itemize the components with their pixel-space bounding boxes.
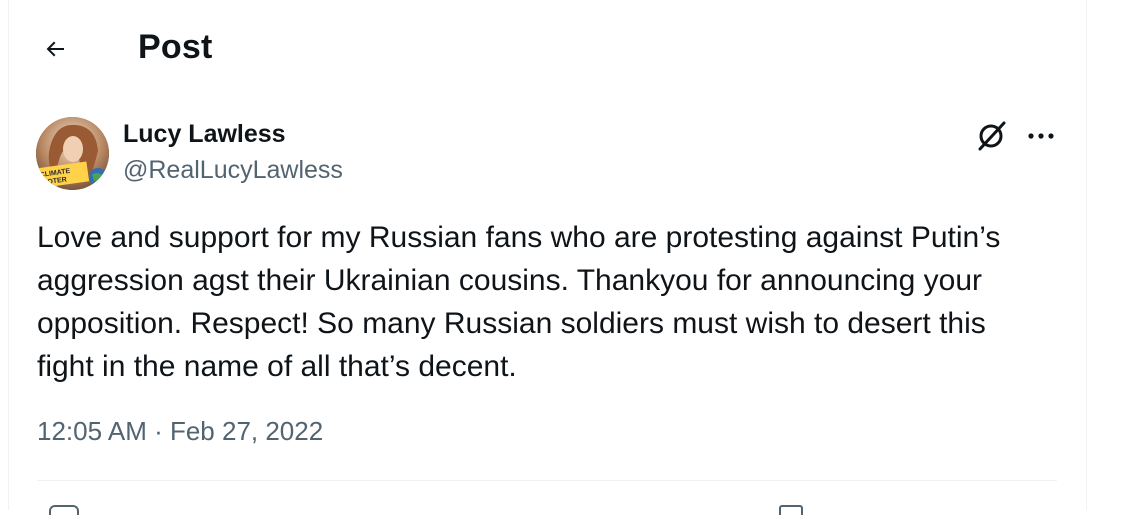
page-header: Post: [9, 0, 1086, 95]
divider: [37, 480, 1057, 481]
grok-button[interactable]: [973, 118, 1009, 154]
post-detail-column: Post CLIMATE VOTER Lucy Lawless @RealLuc…: [8, 0, 1087, 515]
more-options-button[interactable]: [1023, 118, 1059, 154]
post-text-line: opposition. Respect! So many Russian sol…: [37, 307, 986, 340]
author-handle[interactable]: @RealLucyLawless: [123, 156, 343, 185]
reply-icon[interactable]: [49, 505, 79, 515]
post-text: Love and support for my Russian fans who…: [37, 216, 1067, 388]
grok-icon: [978, 121, 1006, 151]
more-options-icon: [1028, 133, 1054, 139]
back-button[interactable]: [33, 27, 77, 71]
arrow-left-icon: [46, 41, 64, 57]
author-avatar[interactable]: CLIMATE VOTER: [36, 117, 109, 190]
post-text-line: fight in the name of all that’s decent.: [37, 350, 517, 383]
post-text-line: aggression agst their Ukrainian cousins.…: [37, 264, 982, 297]
page-title: Post: [138, 28, 213, 66]
author-name[interactable]: Lucy Lawless: [123, 120, 286, 149]
bookmark-icon[interactable]: [779, 505, 803, 515]
post-timestamp[interactable]: 12:05 AM · Feb 27, 2022: [37, 416, 323, 447]
post-text-line: Love and support for my Russian fans who…: [37, 221, 1001, 254]
avatar-image: CLIMATE VOTER: [36, 117, 109, 190]
